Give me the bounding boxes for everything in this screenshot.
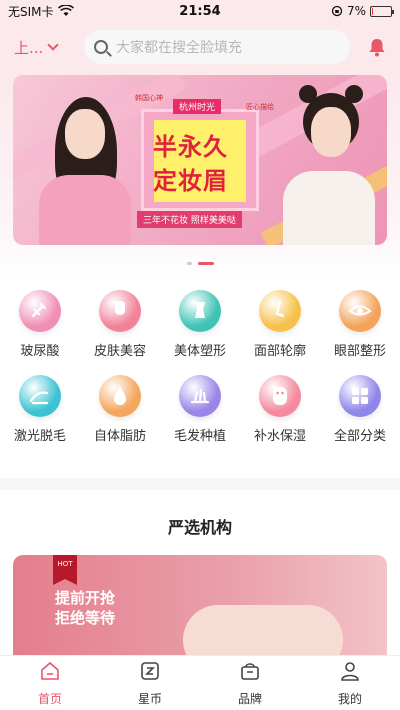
mask-icon <box>259 375 301 417</box>
category-item[interactable]: 玻尿酸 <box>0 290 80 359</box>
promo-line-1: 提前开抢 <box>55 589 116 607</box>
user-icon <box>338 659 362 687</box>
banner-tag-left: 韩国心神 <box>135 94 163 102</box>
category-item[interactable]: 美体塑形 <box>160 290 240 359</box>
category-item[interactable]: 皮肤美容 <box>80 290 160 359</box>
category-item[interactable]: 自体脂肪 <box>80 375 160 444</box>
promo-line-2: 拒绝等待 <box>55 609 116 627</box>
promo-banner[interactable]: 韩国心神 杭州时光 匠心描绘 半永久 定妆眉 三年不花妆 照样美美哒 <box>13 75 387 245</box>
tab-label: 星币 <box>137 692 162 706</box>
droplet-icon <box>99 375 141 417</box>
syringe-icon <box>19 290 61 332</box>
carrier-label: 无SIM卡 <box>8 4 54 19</box>
orientation-lock-icon <box>331 5 343 17</box>
top-header: 上... 大家都在搜全脸填充 <box>0 22 400 72</box>
hair-icon <box>179 375 221 417</box>
banner-headline-2: 定妆眉 <box>153 167 228 195</box>
category-item[interactable]: 毛发种植 <box>160 375 240 444</box>
category-label: 玻尿酸 <box>20 344 60 359</box>
tab-bag[interactable]: 品牌 <box>200 656 300 710</box>
section-title: 严选机构 <box>167 518 232 537</box>
category-label: 激光脱毛 <box>13 429 66 444</box>
city-label: 上... <box>14 38 44 57</box>
category-item[interactable]: 眼部整形 <box>320 290 400 359</box>
category-item[interactable]: 激光脱毛 <box>0 375 80 444</box>
institution-promo-card[interactable]: HOT 提前开抢 拒绝等待 <box>13 555 387 655</box>
laser-icon <box>19 375 61 417</box>
category-label: 面部轮廓 <box>253 344 306 359</box>
body-icon <box>179 290 221 332</box>
home-icon <box>38 659 62 687</box>
wifi-icon <box>57 5 74 16</box>
tab-user[interactable]: 我的 <box>300 656 400 710</box>
clock: 21:54 <box>179 3 221 19</box>
section-divider <box>0 478 400 490</box>
banner-tag-right: 匠心描绘 <box>246 103 274 111</box>
banner-model-left <box>33 95 133 245</box>
category-label: 皮肤美容 <box>93 344 146 359</box>
notification-button[interactable] <box>350 37 386 57</box>
battery-percent: 7% <box>346 4 366 18</box>
category-label: 美体塑形 <box>173 344 226 359</box>
category-item[interactable]: 补水保湿 <box>240 375 320 444</box>
category-label: 眼部整形 <box>333 344 386 359</box>
category-label: 全部分类 <box>333 429 386 444</box>
search-bar[interactable]: 大家都在搜全脸填充 <box>84 30 350 64</box>
city-selector[interactable]: 上... <box>14 37 84 58</box>
battery-icon <box>370 5 394 17</box>
chevron-down-icon <box>47 39 59 51</box>
eye-icon <box>339 290 381 332</box>
search-icon <box>94 40 108 54</box>
banner-slogan: 三年不花妆 照样美美哒 <box>137 211 242 228</box>
category-grid: 玻尿酸 皮肤美容 美体塑形 面部轮廓 眼部整形激光脱毛 自体脂肪 毛发种植 补水保湿 全部分类 <box>0 290 400 444</box>
carousel-dot[interactable] <box>186 262 192 265</box>
face-icon <box>99 290 141 332</box>
status-bar: 无SIM卡 21:54 7% <box>0 0 400 22</box>
tab-home[interactable]: 首页 <box>0 656 100 710</box>
nose-icon <box>259 290 301 332</box>
promo-product-image <box>183 605 343 655</box>
banner-model-right <box>275 85 375 245</box>
coin-icon <box>138 659 162 687</box>
tab-label: 品牌 <box>237 692 262 706</box>
category-label: 补水保湿 <box>253 429 306 444</box>
category-item[interactable]: 全部分类 <box>320 375 400 444</box>
tab-coin[interactable]: 星币 <box>100 656 200 710</box>
search-placeholder: 大家都在搜全脸填充 <box>116 40 242 56</box>
carousel-indicator <box>0 262 400 265</box>
grid-icon <box>339 375 381 417</box>
category-label: 毛发种植 <box>173 429 226 444</box>
bag-icon <box>238 659 262 687</box>
banner-brand: 杭州时光 <box>173 99 222 114</box>
category-item[interactable]: 面部轮廓 <box>240 290 320 359</box>
banner-headline-1: 半永久 <box>153 133 228 161</box>
banner-area: 韩国心神 杭州时光 匠心描绘 半永久 定妆眉 三年不花妆 照样美美哒 <box>0 72 400 277</box>
bottom-tab-bar: 首页 星币 品牌 我的 <box>0 655 400 710</box>
bell-icon <box>369 39 385 57</box>
hot-badge: HOT <box>53 555 77 585</box>
tab-label: 我的 <box>337 692 362 706</box>
category-label: 自体脂肪 <box>93 429 146 444</box>
tab-label: 首页 <box>37 692 62 706</box>
carousel-dot[interactable] <box>197 262 214 265</box>
